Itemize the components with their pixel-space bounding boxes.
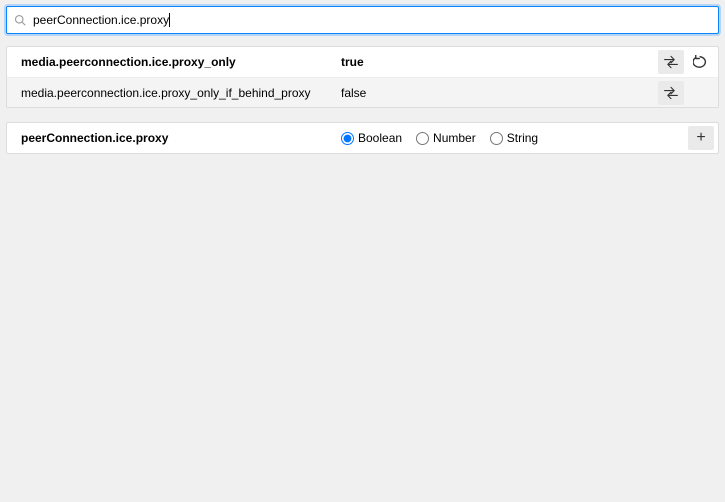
pref-value: true bbox=[341, 55, 658, 69]
reset-button[interactable] bbox=[688, 50, 714, 74]
about-config-page: media.peerconnection.ice.proxy_onlytruem… bbox=[0, 0, 725, 502]
toggle-icon bbox=[663, 86, 679, 100]
pref-name: media.peerconnection.ice.proxy_only_if_b… bbox=[21, 86, 341, 100]
type-radio[interactable] bbox=[416, 132, 429, 145]
add-pref-bar: peerConnection.ice.proxy Boolean Number St… bbox=[6, 122, 719, 154]
type-radio[interactable] bbox=[341, 132, 354, 145]
pref-row[interactable]: media.peerconnection.ice.proxy_only_if_b… bbox=[7, 77, 718, 107]
type-option-boolean[interactable]: Boolean bbox=[341, 131, 402, 145]
toggle-icon bbox=[663, 55, 679, 69]
toggle-button[interactable] bbox=[658, 50, 684, 74]
search-input[interactable] bbox=[6, 6, 719, 34]
type-label: Number bbox=[433, 131, 476, 145]
pref-value: false bbox=[341, 86, 658, 100]
search-bar bbox=[6, 6, 719, 34]
type-radio[interactable] bbox=[490, 132, 503, 145]
new-pref-name: peerConnection.ice.proxy bbox=[21, 131, 341, 145]
pref-row[interactable]: media.peerconnection.ice.proxy_onlytrue bbox=[7, 47, 718, 77]
preferences-list: media.peerconnection.ice.proxy_onlytruem… bbox=[6, 46, 719, 108]
add-button[interactable]: + bbox=[688, 126, 714, 150]
reset-icon bbox=[693, 55, 709, 69]
pref-actions bbox=[658, 81, 714, 105]
pref-actions bbox=[658, 50, 714, 74]
type-option-string[interactable]: String bbox=[490, 131, 538, 145]
type-option-number[interactable]: Number bbox=[416, 131, 476, 145]
type-label: Boolean bbox=[358, 131, 402, 145]
type-radio-group: Boolean Number String bbox=[341, 131, 688, 145]
type-label: String bbox=[507, 131, 538, 145]
toggle-button[interactable] bbox=[658, 81, 684, 105]
pref-name: media.peerconnection.ice.proxy_only bbox=[21, 55, 341, 69]
